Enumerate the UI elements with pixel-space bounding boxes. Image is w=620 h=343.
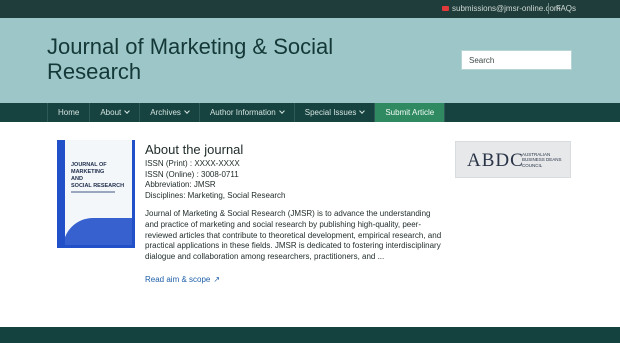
chevron-down-icon bbox=[278, 108, 285, 114]
arrow-up-right-icon: ↗ bbox=[213, 275, 221, 284]
site-title[interactable]: Journal of Marketing & Social Research bbox=[47, 34, 407, 84]
topbar-divider bbox=[548, 3, 549, 14]
journal-cover-image[interactable]: JOURNAL OF MARKETING AND SOCIAL RESEARCH bbox=[57, 140, 135, 248]
chevron-down-icon bbox=[184, 108, 190, 114]
cover-subtitle-rule bbox=[71, 191, 115, 193]
cover-wave-decoration bbox=[63, 218, 132, 245]
issn-online: ISSN (Online) : 3008-0711 bbox=[145, 169, 239, 179]
cover-title-line: AND bbox=[71, 176, 83, 182]
abdc-logo[interactable]: ABDC AUSTRALIAN BUSINESS DEANS COUNCIL bbox=[455, 141, 571, 178]
cover-title-line: MARKETING bbox=[71, 169, 105, 175]
submit-article-button[interactable]: Submit Article bbox=[375, 103, 446, 122]
chevron-down-icon bbox=[359, 108, 366, 114]
cover-title-line: SOCIAL RESEARCH bbox=[71, 183, 125, 189]
nav-item-special-issues[interactable]: Special Issues bbox=[295, 103, 376, 122]
cover-title: JOURNAL OF MARKETING AND SOCIAL RESEARCH bbox=[71, 162, 124, 190]
journal-description: Journal of Marketing & Social Research (… bbox=[145, 209, 442, 262]
search-input[interactable]: Search bbox=[461, 50, 572, 70]
site-footer bbox=[0, 327, 620, 343]
nav-item-home[interactable]: Home bbox=[47, 103, 91, 122]
top-bar: submissions@jmsr-online.com FAQs bbox=[0, 0, 620, 18]
about-section: About the journal ISSN (Print) : XXXX-XX… bbox=[145, 142, 445, 263]
site-title-line-1[interactable]: Journal of Marketing & Social bbox=[47, 34, 407, 59]
nav-item-author-information[interactable]: Author Information bbox=[200, 103, 295, 122]
contact-email[interactable]: submissions@jmsr-online.com bbox=[452, 4, 561, 13]
issn-print: ISSN (Print) : XXXX-XXXX bbox=[145, 159, 240, 168]
nav-item-label: About bbox=[100, 108, 122, 117]
disciplines: Disciplines: Marketing, Social Research bbox=[145, 190, 286, 200]
nav-item-label: Archives bbox=[150, 108, 181, 117]
mail-icon bbox=[442, 6, 449, 11]
faq-link[interactable]: FAQs bbox=[556, 4, 576, 13]
read-aim-scope-link[interactable]: Read aim & scope ↗ bbox=[145, 275, 220, 284]
main-navigation: Home About Archives Author Information S… bbox=[0, 103, 620, 122]
abdc-logo-text: ABDC bbox=[467, 150, 524, 171]
nav-item-label: Author Information bbox=[209, 108, 276, 117]
site-title-line-2[interactable]: Research bbox=[47, 59, 407, 84]
nav-item-label: Special Issues bbox=[304, 108, 357, 117]
chevron-down-icon bbox=[124, 108, 131, 114]
abbreviation: Abbreviation: JMSR bbox=[145, 180, 216, 190]
journal-meta: ISSN (Print) : XXXX-XXXX ISSN (Online) :… bbox=[145, 159, 445, 201]
cover-title-line: JOURNAL OF bbox=[71, 162, 107, 168]
cover-stripe bbox=[57, 140, 65, 245]
abdc-caption-line: COUNCIL bbox=[522, 162, 543, 168]
abdc-logo-caption: AUSTRALIAN BUSINESS DEANS COUNCIL bbox=[522, 152, 562, 168]
nav-item-archives[interactable]: Archives bbox=[140, 103, 200, 122]
nav-item-label: Home bbox=[58, 108, 80, 117]
about-heading: About the journal bbox=[145, 142, 244, 157]
site-header: Journal of Marketing & Social Research S… bbox=[0, 18, 620, 103]
nav-item-about[interactable]: About bbox=[90, 103, 141, 122]
nav-item-label: Submit Article bbox=[385, 108, 435, 117]
read-aim-scope-label[interactable]: Read aim & scope bbox=[145, 275, 210, 284]
contact-email-link[interactable]: submissions@jmsr-online.com bbox=[442, 4, 561, 13]
nav-menu: Home About Archives Author Information S… bbox=[47, 103, 446, 122]
